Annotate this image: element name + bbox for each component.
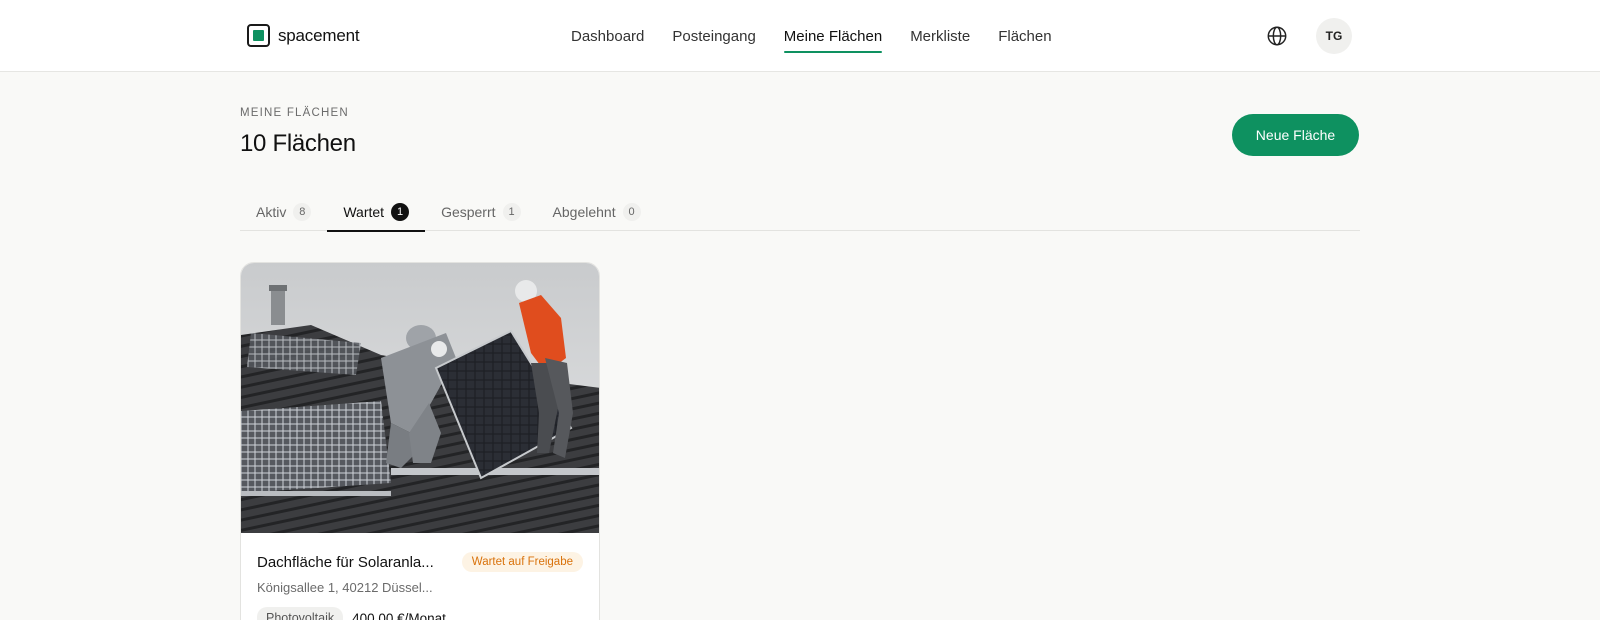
tab-label: Wartet — [343, 203, 385, 220]
top-navigation-bar: spacement Dashboard Posteingang Meine Fl… — [0, 0, 1600, 72]
brand-logo[interactable]: spacement — [247, 24, 360, 47]
tab-count-badge: 1 — [502, 202, 521, 221]
nav-item-meine-flaechen[interactable]: Meine Flächen — [783, 0, 883, 72]
area-card-address: Königsallee 1, 40212 Düssel... — [257, 580, 433, 595]
tab-label: Gesperrt — [441, 203, 496, 220]
tab-gesperrt[interactable]: Gesperrt 1 — [425, 192, 536, 231]
page-title: 10 Flächen — [240, 130, 356, 157]
category-tag: Photovoltaik — [257, 607, 344, 620]
user-avatar[interactable]: TG — [1316, 18, 1352, 54]
globe-icon[interactable] — [1266, 25, 1288, 47]
tab-count-badge: 8 — [293, 202, 312, 221]
status-badge: Wartet auf Freigabe — [461, 552, 583, 572]
nav-item-dashboard[interactable]: Dashboard — [571, 0, 644, 72]
tab-count-badge: 1 — [391, 202, 410, 221]
tab-label: Abgelehnt — [552, 203, 616, 220]
page-eyebrow: MEINE FLÄCHEN — [240, 107, 349, 119]
new-area-button[interactable]: Neue Fläche — [1232, 114, 1359, 156]
brand-name: spacement — [278, 25, 360, 45]
solar-installation-photo — [241, 263, 599, 533]
area-card-price: 400,00 €/Monat — [352, 610, 446, 620]
nav-item-posteingang[interactable]: Posteingang — [672, 0, 755, 72]
tab-count-badge: 0 — [622, 202, 641, 221]
tab-aktiv[interactable]: Aktiv 8 — [240, 192, 327, 231]
main-nav: Dashboard Posteingang Meine Flächen Merk… — [571, 0, 1080, 72]
logo-mark-icon — [247, 24, 270, 47]
nav-item-flaechen[interactable]: Flächen — [998, 0, 1051, 72]
tab-abgelehnt[interactable]: Abgelehnt 0 — [537, 192, 657, 231]
area-card-title: Dachfläche für Solaranla... — [257, 553, 434, 571]
status-tabs: Aktiv 8 Wartet 1 Gesperrt 1 Abgelehnt 0 — [240, 192, 1360, 232]
tab-label: Aktiv — [256, 203, 287, 220]
tab-wartet[interactable]: Wartet 1 — [327, 192, 425, 232]
area-card[interactable]: Dachfläche für Solaranla... Wartet auf F… — [240, 262, 600, 620]
nav-item-merkliste[interactable]: Merkliste — [910, 0, 970, 72]
